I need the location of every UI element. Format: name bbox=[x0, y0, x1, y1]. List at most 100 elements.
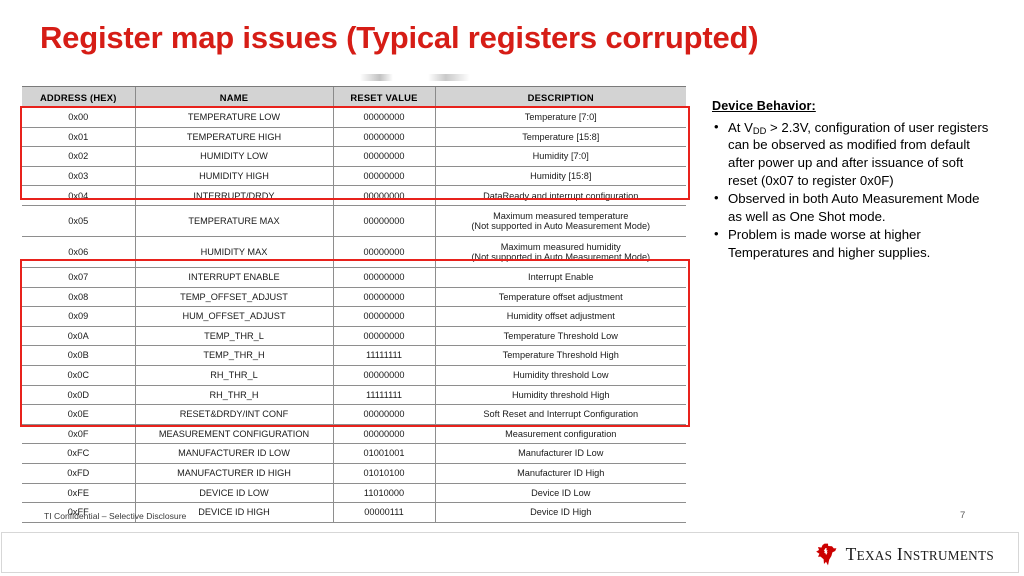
cell-name: HUMIDITY MAX bbox=[134, 236, 333, 268]
cell-reset-value: 00000000 bbox=[332, 365, 435, 386]
table-row: 0x04 INTERRUPT/DRDY 00000000 DataReady and … bbox=[22, 185, 686, 206]
cell-name: HUM_OFFSET_ADJUST bbox=[134, 306, 333, 327]
cell-name: INTERRUPT/DRDY bbox=[134, 185, 333, 206]
cell-description: Maximum measured humidity (Not supported … bbox=[434, 236, 686, 268]
column-header-name: NAME bbox=[134, 86, 333, 108]
table-row: 0x00 TEMPERATURE LOW 00000000 Temperature [… bbox=[22, 107, 686, 128]
cell-name: MANUFACTURER ID HIGH bbox=[134, 463, 333, 484]
ti-word-instruments-rest: NSTRUMENTS bbox=[903, 547, 994, 563]
cell-reset-value: 01001001 bbox=[332, 443, 435, 464]
cell-description: Temperature [15:8] bbox=[434, 127, 686, 148]
cell-name: DEVICE ID LOW bbox=[134, 483, 333, 504]
cell-description: Soft Reset and Interrupt Configuration bbox=[434, 404, 686, 425]
cell-reset-value: 00000000 bbox=[332, 107, 435, 128]
slide: Register map issues (Typical registers c… bbox=[0, 0, 1024, 576]
table-row: 0x07 INTERRUPT ENABLE 00000000 Interrupt En… bbox=[22, 267, 686, 288]
bullet-text: Observed in both Auto Measurement Mode a… bbox=[728, 191, 980, 224]
texas-instruments-logo: TEXAS INSTRUMENTS bbox=[815, 542, 994, 566]
bullet-subscript: DD bbox=[752, 125, 767, 136]
cell-address: 0x02 bbox=[22, 146, 135, 167]
ti-word-texas-cap: T bbox=[845, 543, 857, 564]
table-row: 0x09 HUM_OFFSET_ADJUST 00000000 Humidity of… bbox=[22, 306, 686, 327]
cell-description: Humidity offset adjustment bbox=[434, 306, 686, 327]
cell-description: Manufacturer ID High bbox=[434, 463, 686, 484]
cell-description: Manufacturer ID Low bbox=[434, 443, 686, 464]
cell-description: DataReady and interrupt configuration bbox=[434, 185, 686, 206]
cell-name: HUMIDITY LOW bbox=[134, 146, 333, 167]
cell-reset-value: 00000000 bbox=[332, 424, 435, 445]
column-header-address: ADDRESS (HEX) bbox=[22, 86, 135, 108]
cell-name: TEMPERATURE LOW bbox=[134, 107, 333, 128]
cell-address: 0x09 bbox=[22, 306, 135, 327]
table-row: 0x03 HUMIDITY HIGH 00000000 Humidity [15:8] bbox=[22, 166, 686, 187]
table-row: 0xFD MANUFACTURER ID HIGH 01010100 Manufact… bbox=[22, 463, 686, 484]
cell-name: RH_THR_H bbox=[134, 385, 333, 406]
table-row: 0x08 TEMP_OFFSET_ADJUST 00000000 Temperatur… bbox=[22, 287, 686, 308]
panel-heading: Device Behavior: bbox=[712, 99, 816, 113]
cell-address: 0x04 bbox=[22, 185, 135, 206]
cell-reset-value: 00000000 bbox=[332, 326, 435, 347]
cell-description: Device ID High bbox=[434, 502, 686, 523]
cell-description-line1: Maximum measured temperature bbox=[493, 210, 629, 221]
cell-reset-value: 11111111 bbox=[332, 345, 435, 366]
cell-reset-value: 00000000 bbox=[332, 166, 435, 187]
cell-name: HUMIDITY HIGH bbox=[134, 166, 333, 187]
cell-reset-value: 01010100 bbox=[332, 463, 435, 484]
table-row: 0x02 HUMIDITY LOW 00000000 Humidity [7:0] bbox=[22, 146, 686, 167]
cell-address: 0x0A bbox=[22, 326, 135, 347]
table-row: 0x06 HUMIDITY MAX 00000000 Maximum measured… bbox=[22, 236, 686, 268]
cell-name: INTERRUPT ENABLE bbox=[134, 267, 333, 288]
cell-name: TEMP_OFFSET_ADJUST bbox=[134, 287, 333, 308]
cell-reset-value: 11010000 bbox=[332, 483, 435, 504]
cell-description: Humidity [15:8] bbox=[434, 166, 686, 187]
panel-bullet: • Problem is made worse at higher Tempera… bbox=[712, 226, 990, 261]
page-title: Register map issues (Typical registers c… bbox=[40, 20, 759, 55]
table-row: 0x0A TEMP_THR_L 00000000 Temperature Thresh… bbox=[22, 326, 686, 347]
cell-description: Humidity threshold High bbox=[434, 385, 686, 406]
cell-address: 0xFD bbox=[22, 463, 135, 484]
cell-description: Device ID Low bbox=[434, 483, 686, 504]
cell-name: TEMP_THR_L bbox=[134, 326, 333, 347]
cell-name: RH_THR_L bbox=[134, 365, 333, 386]
table-row: 0x0C RH_THR_L 00000000 Humidity threshold L… bbox=[22, 365, 686, 386]
cell-reset-value: 00000111 bbox=[332, 502, 435, 523]
table-row: 0x05 TEMPERATURE MAX 00000000 Maximum measu… bbox=[22, 205, 686, 237]
cell-address: 0x00 bbox=[22, 107, 135, 128]
cell-description: Humidity threshold Low bbox=[434, 365, 686, 386]
table-row: 0xFC MANUFACTURER ID LOW 01001001 Manufactu… bbox=[22, 443, 686, 464]
cell-address: 0x03 bbox=[22, 166, 135, 187]
cell-description: Temperature [7:0] bbox=[434, 107, 686, 128]
column-header-description: DESCRIPTION bbox=[434, 86, 686, 108]
cell-description: Temperature offset adjustment bbox=[434, 287, 686, 308]
cell-address: 0x01 bbox=[22, 127, 135, 148]
bullet-text: Problem is made worse at higher Temperat… bbox=[728, 227, 931, 261]
table-row: 0x01 TEMPERATURE HIGH 00000000 Temperature … bbox=[22, 127, 686, 148]
cell-address: 0x0D bbox=[22, 385, 135, 406]
cell-reset-value: 00000000 bbox=[332, 127, 435, 148]
table-row: 0x0D RH_THR_H 11111111 Humidity threshold H… bbox=[22, 385, 686, 406]
cell-address: 0xFC bbox=[22, 443, 135, 464]
cell-reset-value: 00000000 bbox=[332, 306, 435, 327]
cell-address: 0x0E bbox=[22, 404, 135, 425]
table-body: 0x00 TEMPERATURE LOW 00000000 Temperature [… bbox=[22, 107, 686, 523]
cell-reset-value: 00000000 bbox=[332, 267, 435, 288]
scan-artifact bbox=[360, 74, 470, 81]
device-behavior-panel: Device Behavior: • At VDD > 2.3V, configu… bbox=[712, 98, 990, 263]
ti-word-texas-rest: EXAS bbox=[856, 547, 893, 563]
panel-bullet-list: • At VDD > 2.3V, configuration of user re… bbox=[712, 119, 990, 262]
page-number: 7 bbox=[960, 510, 966, 521]
panel-bullet: • At VDD > 2.3V, configuration of user re… bbox=[712, 119, 990, 190]
panel-bullet: • Observed in both Auto Measurement Mode … bbox=[712, 190, 990, 225]
cell-description-line2: (Not supported in Auto Measurement Mode) bbox=[471, 220, 651, 231]
confidentiality-notice: TI Confidential – Selective Disclosure bbox=[44, 511, 187, 521]
cell-reset-value: 00000000 bbox=[332, 404, 435, 425]
ti-texas-mark-icon bbox=[815, 543, 836, 565]
column-header-reset-value: RESET VALUE bbox=[332, 86, 435, 108]
cell-address: 0x08 bbox=[22, 287, 135, 308]
cell-name: MANUFACTURER ID LOW bbox=[134, 443, 333, 464]
cell-description: Maximum measured temperature (Not support… bbox=[434, 205, 686, 237]
table-row: 0x0F MEASUREMENT CONFIGURATION 00000000 Mea… bbox=[22, 424, 686, 445]
table-row: 0x0B TEMP_THR_H 11111111 Temperature Thresh… bbox=[22, 345, 686, 366]
cell-address: 0x0B bbox=[22, 345, 135, 366]
ti-wordmark: TEXAS INSTRUMENTS bbox=[846, 544, 994, 565]
